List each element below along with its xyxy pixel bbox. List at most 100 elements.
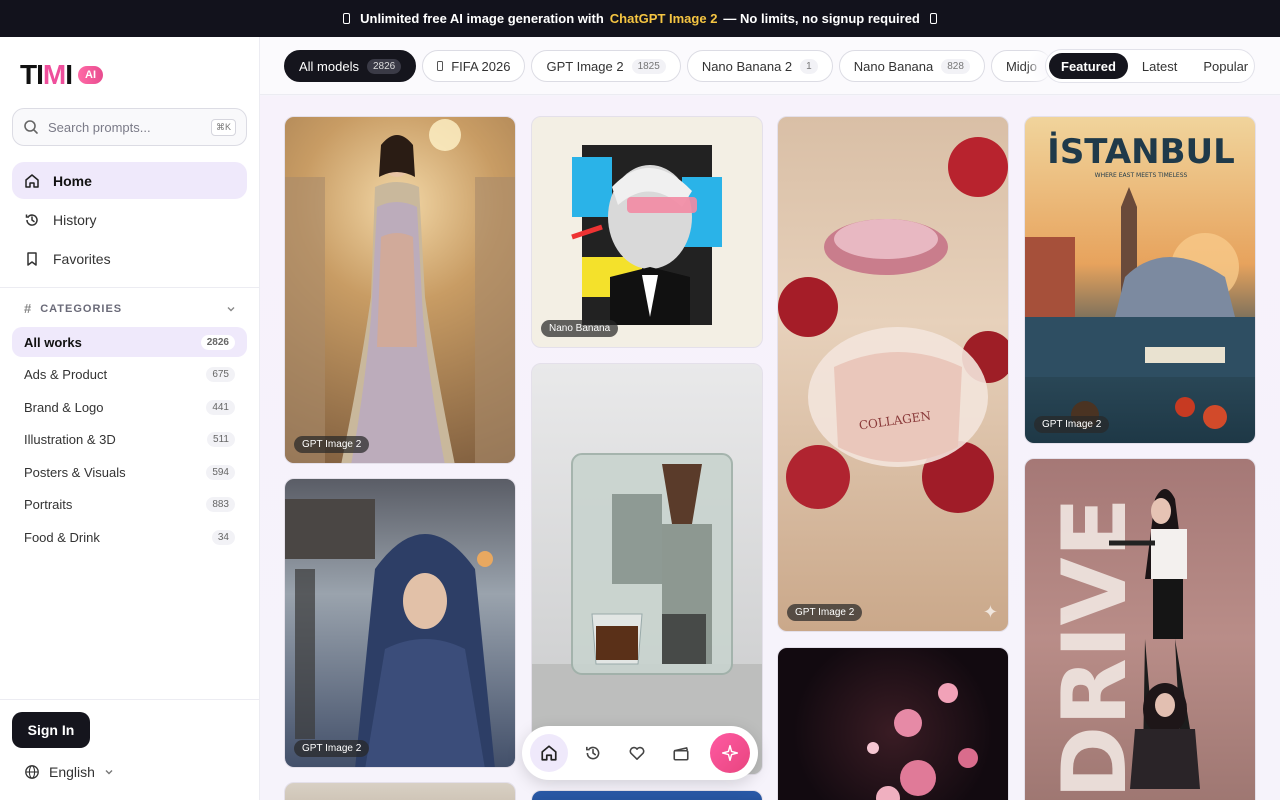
sort-toggle: Featured Latest Popular <box>1045 49 1255 83</box>
sort-featured[interactable]: Featured <box>1049 53 1128 79</box>
category-portraits[interactable]: Portraits 883 <box>12 490 247 520</box>
category-label: Food & Drink <box>24 529 100 545</box>
history-icon <box>586 746 600 760</box>
categories-title: CATEGORIES <box>40 302 123 315</box>
gallery-card[interactable]: Nano Banana <box>531 116 763 348</box>
hash-icon: # <box>24 301 33 316</box>
gallery-card[interactable] <box>531 790 763 800</box>
card-image <box>285 499 495 767</box>
search-input[interactable]: Search prompts... ⌘K <box>12 108 247 146</box>
history-icon <box>25 213 38 226</box>
category-food-drink[interactable]: Food & Drink 34 <box>12 522 247 552</box>
chip-label: Nano Banana <box>853 58 934 74</box>
category-count: 675 <box>206 367 235 382</box>
language-selector[interactable]: English <box>24 764 114 780</box>
dock-create-button[interactable] <box>710 733 750 773</box>
category-count: 511 <box>207 432 235 447</box>
model-tag: Nano Banana <box>541 320 619 337</box>
chip-label: FIFA 2026 <box>451 58 511 74</box>
card-image <box>867 683 978 800</box>
gallery-card[interactable] <box>284 782 516 800</box>
category-list: All works 2826 Ads & Product 675 Brand & L… <box>12 327 247 555</box>
category-count: 441 <box>206 399 235 415</box>
gallery-card[interactable] <box>777 647 1009 800</box>
search-placeholder: Search prompts... <box>48 119 151 135</box>
logo[interactable]: TIMI AI <box>20 59 103 91</box>
chip-label: Midjo <box>1005 58 1038 74</box>
gallery-card[interactable]: İSTANBUL WHERE EAST MEETS TIMELESS GPT I… <box>1024 116 1256 444</box>
banner-highlight: ChatGPT Image 2 <box>609 11 718 26</box>
gallery-card[interactable]: GPT Image 2 <box>284 116 516 464</box>
chip-count: 2826 <box>366 58 402 74</box>
banner-prefix: Unlimited free AI image generation with <box>360 11 604 26</box>
poster-subtitle: WHERE EAST MEETS TIMELESS <box>1095 172 1188 179</box>
home-icon <box>541 745 557 761</box>
nav-item-favorites[interactable]: Favorites <box>12 240 247 277</box>
category-count: 883 <box>206 497 235 512</box>
category-all-works[interactable]: All works 2826 <box>12 327 247 357</box>
category-count: 594 <box>206 464 235 480</box>
nav-label: Home <box>53 172 92 189</box>
model-tag: GPT Image 2 <box>294 436 370 453</box>
dock-favorites-button[interactable] <box>618 734 656 772</box>
sort-popular[interactable]: Popular <box>1191 53 1260 79</box>
chip-nano-banana[interactable]: Nano Banana 828 <box>838 50 985 82</box>
chip-count: 1 <box>800 58 818 74</box>
sidebar: TIMI AI Search prompts... ⌘K Home Histor… <box>0 37 260 800</box>
filter-bar: All models 2826 FIFA 2026 GPT Image 2 1825… <box>260 37 1280 95</box>
gallery-card[interactable] <box>531 363 763 775</box>
categories-header[interactable]: # CATEGORIES <box>24 301 236 316</box>
category-label: All works <box>24 334 82 350</box>
nav-label: Favorites <box>53 250 111 267</box>
main-nav: Home History Favorites <box>12 162 247 279</box>
chevron-down-icon <box>105 770 113 775</box>
dock-home-button[interactable] <box>530 734 568 772</box>
chevron-down-icon <box>227 306 235 311</box>
category-label: Illustration & 3D <box>24 432 116 447</box>
image-gallery: GPT Image 2 GPT Image 2 Nano Banana COLL… <box>260 96 1280 800</box>
category-label: Brand & Logo <box>24 399 104 415</box>
logo-wordmark: TIMI <box>20 59 73 90</box>
gallery-card[interactable]: COLLAGEN GPT Image 2 ✦ <box>777 116 1009 632</box>
bookmark-icon <box>27 251 37 266</box>
chip-label: Nano Banana 2 <box>701 58 793 74</box>
divider <box>0 287 259 288</box>
logo-badge: AI <box>78 66 103 84</box>
heart-icon <box>629 746 645 760</box>
dock-history-button[interactable] <box>574 734 612 772</box>
nav-item-home[interactable]: Home <box>12 162 247 199</box>
sparkle-icon: ✦ <box>982 602 998 622</box>
gallery-card[interactable]: GPT Image 2 <box>284 478 516 768</box>
sort-latest[interactable]: Latest <box>1130 53 1189 79</box>
divider <box>0 699 259 700</box>
gallery-card[interactable]: DRIVE <box>1024 458 1256 800</box>
promo-banner[interactable]: Unlimited free AI image generation with … <box>0 0 1280 37</box>
search-icon <box>24 120 38 134</box>
card-image <box>532 453 762 774</box>
model-tag: GPT Image 2 <box>294 740 370 757</box>
card-image: DRIVE <box>1043 489 1200 799</box>
chip-midjourney[interactable]: Midjo <box>990 50 1053 82</box>
card-image <box>285 119 515 463</box>
category-illustration-3d[interactable]: Illustration & 3D 511 <box>12 425 247 455</box>
chip-nano-banana-2[interactable]: Nano Banana 2 1 <box>686 50 833 82</box>
model-tag: GPT Image 2 <box>787 604 863 621</box>
category-label: Posters & Visuals <box>24 464 126 480</box>
chip-gpt-image-2[interactable]: GPT Image 2 1825 <box>531 50 681 82</box>
shortcut-hint: ⌘K <box>210 118 236 136</box>
chip-label: All models <box>299 58 359 74</box>
category-posters-visuals[interactable]: Posters & Visuals 594 <box>12 457 247 487</box>
chip-label: GPT Image 2 <box>546 58 624 74</box>
phone-icon <box>929 13 937 24</box>
poster-title: İSTANBUL <box>1047 131 1235 172</box>
bottom-dock <box>522 726 758 780</box>
category-label: Ads & Product <box>24 367 108 382</box>
category-ads-product[interactable]: Ads & Product 675 <box>12 360 247 390</box>
category-brand-logo[interactable]: Brand & Logo 441 <box>12 392 247 422</box>
dock-videos-button[interactable] <box>662 734 700 772</box>
chip-all-models[interactable]: All models 2826 <box>284 50 417 82</box>
model-tag: GPT Image 2 <box>1034 416 1110 433</box>
chip-fifa-2026[interactable]: FIFA 2026 <box>422 50 526 82</box>
sign-in-button[interactable]: Sign In <box>12 712 90 748</box>
nav-item-history[interactable]: History <box>12 201 247 238</box>
